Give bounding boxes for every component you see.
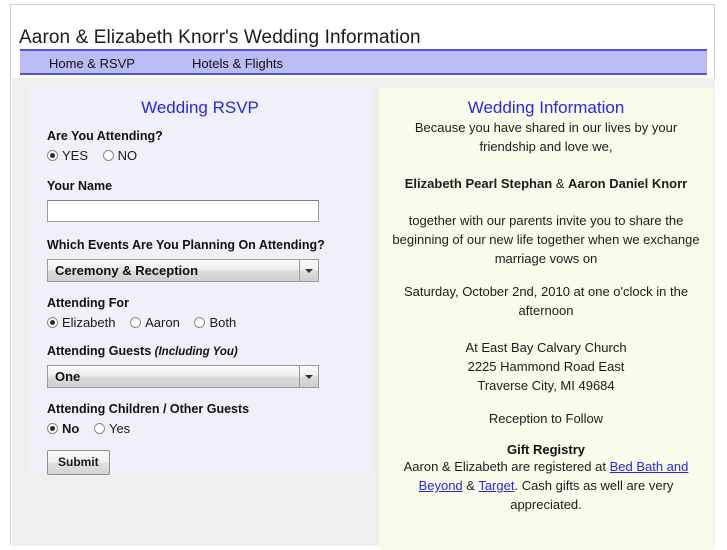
radio-option-children-no[interactable]: No — [47, 421, 79, 436]
radio-icon-children-no[interactable] — [47, 423, 58, 434]
gift-registry-heading: Gift Registry — [506, 442, 585, 457]
registry-text-post: . Cash gifts as well are very appreciate… — [510, 478, 674, 512]
venue-street: 2225 Hammond Road East — [467, 359, 625, 374]
rsvp-form-panel: Wedding RSVP Are You Attending? YES NO Y… — [29, 88, 371, 475]
submit-button[interactable]: Submit — [47, 450, 110, 475]
radio-label-aaron: Aaron — [145, 315, 180, 330]
info-intro-text: Because you have shared in our lives by … — [414, 120, 678, 154]
link-target[interactable]: Target — [478, 478, 514, 493]
radio-option-both[interactable]: Both — [194, 315, 236, 330]
groom-name: Aaron Daniel Knorr — [568, 176, 688, 191]
radio-label-children-no: No — [62, 421, 80, 436]
gift-registry-text: Aaron & Elizabeth are registered at Bed … — [379, 457, 713, 514]
bride-name: Elizabeth Pearl Stephan — [404, 176, 553, 191]
label-attending-children: Attending Children / Other Guests — [47, 402, 250, 416]
label-attending-guests: Attending Guests (Including You) — [47, 344, 353, 358]
radio-option-attending-yes[interactable]: YES — [47, 148, 88, 163]
chevron-down-icon — [305, 375, 313, 379]
main-navigation: Home & RSVP Hotels & Flights — [20, 49, 707, 75]
wedding-information-panel: Wedding Information Because you have sha… — [379, 88, 713, 550]
radio-option-aaron[interactable]: Aaron — [130, 315, 180, 330]
radio-icon-yes[interactable] — [47, 150, 58, 161]
radio-label-elizabeth: Elizabeth — [62, 315, 116, 330]
events-select-value: Ceremony & Reception — [55, 263, 199, 278]
radio-icon-no[interactable] — [102, 150, 114, 161]
invitation-text: together with our parents invite you to … — [392, 213, 700, 266]
venue-name: At East Bay Calvary Church — [465, 340, 627, 355]
label-which-events: Which Events Are You Planning On Attendi… — [47, 238, 325, 252]
venue-city-state-zip: Traverse City, MI 49684 — [477, 378, 615, 393]
radio-label-yes: YES — [62, 148, 89, 163]
radio-icon-aaron[interactable] — [130, 317, 142, 328]
radio-group-children: No Yes — [47, 421, 353, 436]
registry-text-pre: Aaron & Elizabeth are registered at — [403, 459, 610, 474]
label-your-name: Your Name — [47, 179, 113, 193]
label-attending-guests-sub: (Including You) — [154, 346, 238, 358]
radio-group-attending-for: Elizabeth Aaron Both — [47, 315, 353, 330]
radio-icon-both[interactable] — [194, 317, 206, 328]
radio-label-both: Both — [209, 315, 237, 330]
radio-icon-elizabeth[interactable] — [47, 317, 58, 328]
guests-select-value: One — [55, 369, 81, 384]
reception-text: Reception to Follow — [488, 411, 604, 426]
label-attending-guests-main: Attending Guests — [47, 344, 152, 358]
page-title: Aaron & Elizabeth Knorr's Wedding Inform… — [19, 26, 421, 48]
label-attending-for: Attending For — [47, 296, 129, 310]
radio-label-children-yes: Yes — [108, 421, 131, 436]
radio-label-no: NO — [117, 148, 138, 163]
info-heading: Wedding Information — [467, 98, 625, 117]
nav-item-hotels-flights[interactable]: Hotels & Flights — [192, 56, 283, 71]
your-name-input[interactable] — [47, 200, 319, 222]
couple-names: Elizabeth Pearl Stephan & Aaron Daniel K… — [379, 174, 713, 193]
names-ampersand: & — [552, 176, 569, 191]
chevron-down-icon — [305, 269, 313, 273]
radio-icon-children-yes[interactable] — [93, 423, 105, 434]
guests-select[interactable]: One — [47, 365, 319, 388]
events-select-arrow-button[interactable] — [299, 260, 318, 281]
rsvp-heading: Wedding RSVP — [141, 98, 259, 117]
radio-option-elizabeth[interactable]: Elizabeth — [47, 315, 115, 330]
radio-option-attending-no[interactable]: NO — [102, 148, 138, 163]
nav-item-home-rsvp[interactable]: Home & RSVP — [49, 56, 135, 71]
events-select[interactable]: Ceremony & Reception — [47, 259, 319, 282]
radio-group-attending: YES NO — [47, 148, 353, 163]
radio-option-children-yes[interactable]: Yes — [93, 421, 131, 436]
page-frame: Aaron & Elizabeth Knorr's Wedding Inform… — [10, 4, 715, 550]
registry-text-mid: & — [462, 478, 479, 493]
wedding-date-text: Saturday, October 2nd, 2010 at one o'clo… — [403, 284, 689, 318]
label-are-you-attending: Are You Attending? — [47, 129, 163, 143]
guests-select-arrow-button[interactable] — [299, 366, 318, 387]
